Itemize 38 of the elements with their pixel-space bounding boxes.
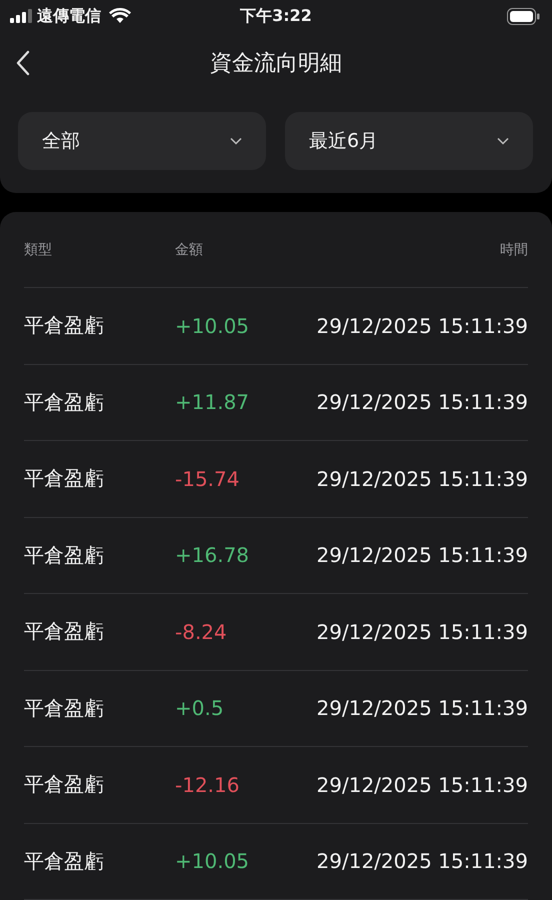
amount-cell: -12.16: [175, 772, 240, 797]
time-cell: 29/12/2025 15:11:39: [316, 543, 528, 568]
time-cell: 29/12/2025 15:11:39: [316, 849, 528, 874]
chevron-down-icon: [230, 137, 242, 145]
type-cell-text: 平倉盈虧: [24, 542, 105, 569]
amount-cell: +10.05: [175, 314, 250, 338]
signal-icon: [10, 9, 33, 23]
amount-cell: -15.74: [175, 466, 240, 491]
battery-icon: [507, 8, 540, 24]
type-cell-text: 平倉盈虧: [24, 771, 105, 798]
amount-cell: +0.5: [175, 696, 224, 720]
column-header: 金額: [175, 240, 203, 258]
filter-dropdown[interactable]: 全部: [18, 112, 266, 170]
carrier-name: 遠傳電信: [37, 6, 101, 26]
type-cell-text: 平倉盈虧: [24, 694, 105, 722]
amount-cell: +10.05: [175, 849, 250, 874]
type-cell-text: 平倉盈虧: [24, 465, 105, 492]
amount-cell: -8.24: [175, 620, 227, 644]
column-header: 時間: [500, 240, 528, 258]
time-cell: 29/12/2025 15:11:39: [316, 314, 528, 338]
filter-dropdown[interactable]: 最近6月: [285, 112, 533, 170]
time-cell: 29/12/2025 15:11:39: [316, 620, 528, 644]
clock-time: 下午3:22: [240, 6, 312, 25]
type-cell-text: 平倉盈虧: [24, 618, 105, 646]
amount-cell: +11.87: [175, 390, 250, 414]
type-cell-text: 平倉盈虧: [24, 312, 105, 340]
amount-cell: +16.78: [175, 543, 250, 568]
wifi-icon: [109, 8, 131, 24]
column-header: 類型: [24, 240, 53, 258]
back-button[interactable]: [14, 49, 32, 77]
time-cell: 29/12/2025 15:11:39: [316, 772, 528, 797]
time-cell: 29/12/2025 15:11:39: [316, 390, 528, 414]
page-title: 資金流向明細: [210, 51, 342, 76]
time-cell: 29/12/2025 15:11:39: [316, 696, 528, 720]
type-cell-text: 平倉盈虧: [24, 388, 105, 416]
chevron-down-icon: [497, 137, 509, 145]
type-cell-text: 平倉盈虧: [24, 848, 105, 875]
time-cell: 29/12/2025 15:11:39: [316, 466, 528, 491]
